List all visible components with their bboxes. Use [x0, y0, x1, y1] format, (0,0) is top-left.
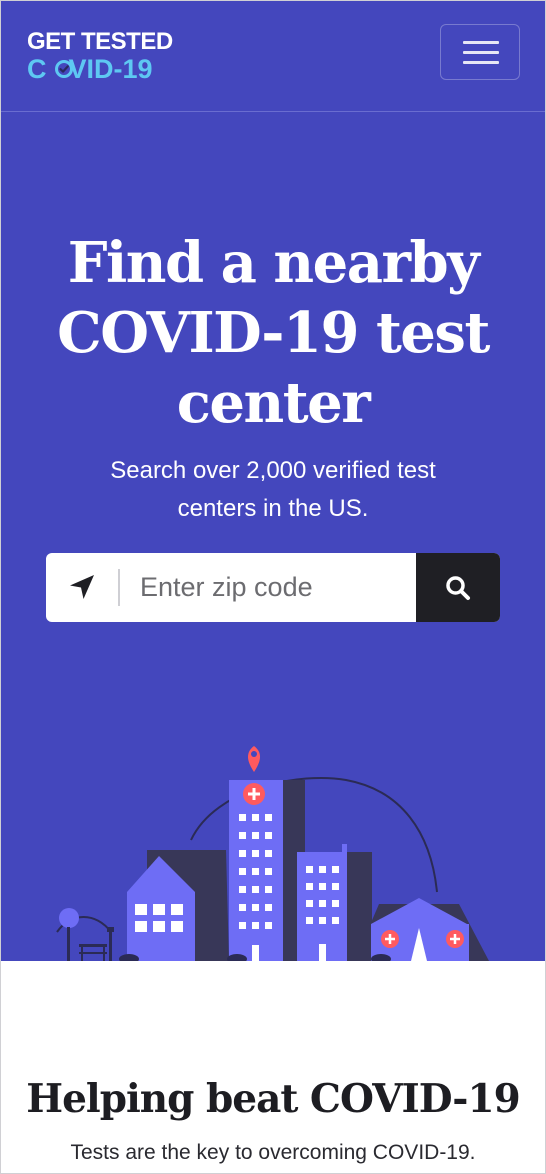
logo-text-suffix: VID-19 — [68, 54, 153, 84]
hero-title-line: Find a nearby — [67, 230, 480, 296]
section-subtitle: Tests are the key to overcoming COVID-19… — [70, 1141, 476, 1164]
helping-section: Helping beat COVID-19 Tests are the key … — [1, 961, 545, 1173]
map-pin-icon — [248, 746, 260, 772]
hamburger-line — [463, 61, 499, 64]
medical-tent — [367, 898, 489, 961]
hero-subtitle-line: Search over 2,000 verified test — [110, 457, 436, 484]
hero-subtitle: Search over 2,000 verified test centers … — [61, 452, 485, 528]
search-divider — [118, 569, 120, 606]
hospital-tower — [229, 780, 305, 961]
hero-title-line: COVID-19 test — [57, 300, 490, 366]
use-location-button[interactable] — [46, 553, 118, 622]
check-circle-icon — [55, 60, 73, 78]
hero-section: Find a nearby COVID-19 test center Searc… — [1, 112, 545, 961]
section-title: Helping beat COVID-19 — [26, 1076, 521, 1122]
logo[interactable]: GET TESTED C VID-19 — [27, 28, 173, 84]
zip-code-input[interactable] — [124, 553, 414, 622]
search-icon — [446, 576, 470, 600]
city-hospital-illustration — [56, 746, 489, 961]
search-button[interactable] — [416, 553, 500, 622]
hamburger-menu-icon — [463, 41, 499, 44]
house-building — [127, 850, 229, 961]
office-building — [297, 844, 372, 961]
logo-text-bottom: C VID-19 — [27, 55, 173, 83]
logo-letter-c: C — [27, 54, 47, 84]
page: GET TESTED C VID-19 Find a nearby COVID-1… — [0, 0, 546, 1174]
logo-text-top: GET TESTED — [27, 28, 173, 55]
menu-toggle-button[interactable] — [440, 24, 520, 80]
hamburger-line — [463, 51, 499, 54]
navbar: GET TESTED C VID-19 — [1, 1, 545, 112]
bench — [79, 944, 107, 961]
hero-subtitle-line: centers in the US. — [177, 495, 369, 522]
location-arrow-icon — [70, 575, 94, 599]
hero-title: Find a nearby COVID-19 test center — [1, 228, 545, 438]
hero-title-line: center — [176, 370, 371, 436]
left-tree — [59, 908, 79, 961]
zip-search-form — [46, 553, 500, 622]
